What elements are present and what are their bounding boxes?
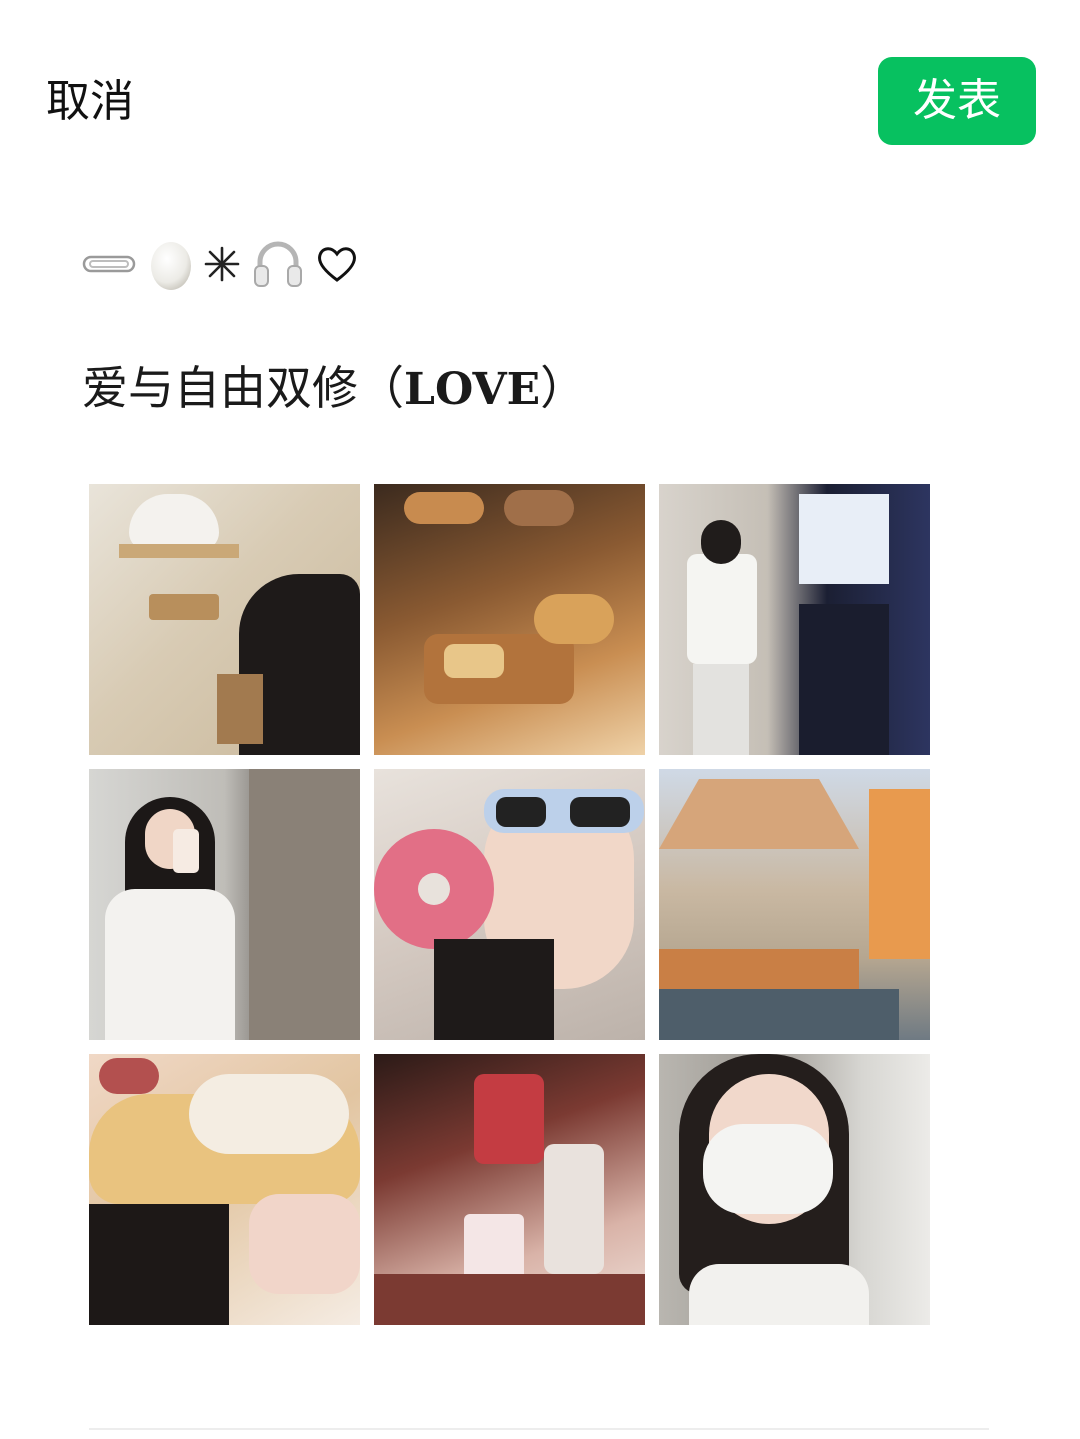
photo-donut-sunglasses[interactable] [374,769,645,1040]
face-mask [703,1124,833,1214]
paper-bag [217,674,263,744]
photo-girl-in-mall[interactable] [659,484,930,755]
publish-button[interactable]: 发表 [878,57,1036,145]
canopy [659,779,859,849]
hair [89,1204,229,1325]
photo-cat-cabinet[interactable] [89,484,360,755]
donut-hole [418,873,450,905]
bread-top [404,492,484,524]
photo-grid [89,484,930,1325]
banner [869,789,930,959]
stall-base [659,989,899,1040]
sparkle-star-icon [204,246,240,282]
photo-masked-selfie[interactable] [659,1054,930,1325]
burger [534,594,614,644]
icing [189,1074,349,1154]
hair [434,939,554,1040]
bowl-stand [149,594,219,620]
hand [249,1194,360,1294]
sandwich [444,644,504,678]
girl-head [701,520,741,564]
heart-outline-icon [316,245,358,283]
bread-top-2 [504,490,574,526]
stall-table [659,949,859,989]
post-text[interactable]: 爱与自由双修（LOVE） [82,356,586,422]
phone [173,829,199,873]
cancel-button[interactable]: 取消 [46,72,134,132]
egg-icon [148,236,194,292]
bottom-divider [89,1428,989,1430]
photo-eating-donut[interactable] [89,1054,360,1325]
screen [799,494,889,584]
tshirt [105,889,235,1040]
mouth [99,1058,159,1094]
post-text-close: ） [540,361,587,415]
paperclip-icon [82,249,138,279]
handbag [544,1144,604,1274]
kiosk [799,604,889,755]
cup-sign [474,1074,544,1164]
girl-pants [693,664,749,755]
counter [374,1274,645,1325]
girl-body [687,554,757,664]
door [249,769,360,1040]
photo-bakery-display[interactable] [374,484,645,755]
lens [496,797,546,827]
top-bar: 取消 发表 [0,0,1080,200]
lens-2 [570,797,630,827]
photo-tims-cafe[interactable] [374,1054,645,1325]
photo-mirror-selfie[interactable] [89,769,360,1040]
post-text-latin: LOVE [404,364,541,415]
tshirt [689,1264,869,1325]
headphones-icon [250,236,306,292]
emoji-line[interactable] [82,232,358,296]
shelf [119,544,239,558]
cat-figure [129,494,219,550]
photo-market-stall[interactable] [659,769,930,1040]
post-text-cjk: 爱与自由双修（ [82,361,404,415]
